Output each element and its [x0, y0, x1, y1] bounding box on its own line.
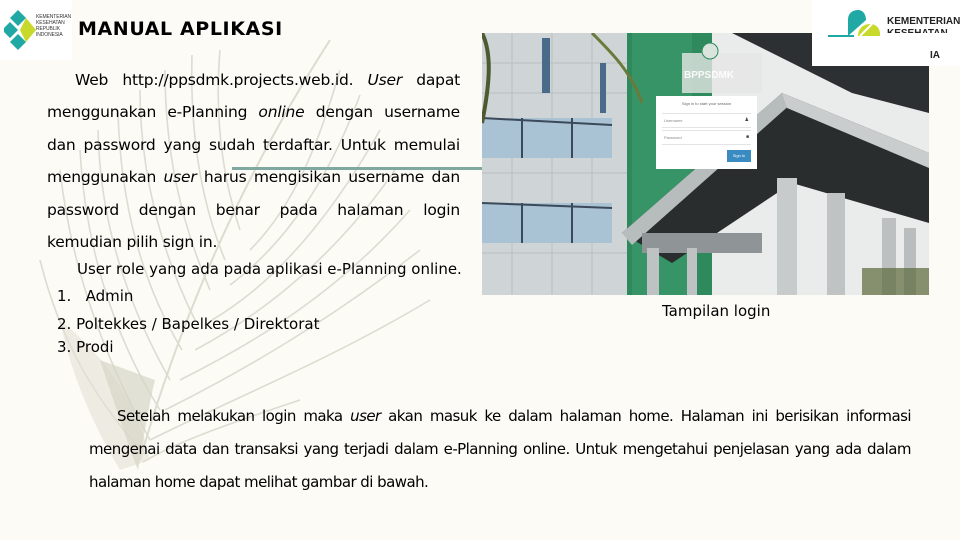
roles-heading: User role yang ada pada aplikasi e-Plann…	[77, 260, 462, 278]
logo-line: KEMENTERIAN	[887, 16, 960, 27]
home-emphasis: user	[350, 407, 381, 425]
logo-line: IA	[930, 50, 940, 61]
sign-in-button[interactable]: Sign In	[727, 150, 751, 162]
accent-divider	[232, 167, 482, 170]
lock-icon: ■	[745, 134, 749, 140]
page-title: MANUAL APLIKASI	[78, 18, 283, 40]
home-text: Setelah melakukan login maka	[117, 407, 351, 425]
intro-emphasis: user	[163, 168, 197, 187]
username-placeholder: Username	[664, 118, 683, 123]
login-heading: Sign in to start your session	[681, 101, 732, 106]
kemenkes-logo: KEMENTERIAN KESEHATAN REPUBLIK INDONESIA	[0, 0, 72, 60]
kemenkes-new-logo-icon	[828, 10, 880, 37]
intro-paragraph: Web http://ppsdmk.projects.web.id. User …	[47, 64, 460, 258]
password-placeholder: Password	[664, 135, 682, 140]
role-item: 2. Poltekkes / Bapelkes / Direktorat	[57, 315, 320, 333]
logo-text: KEMENTERIAN KESEHATAN REPUBLIK INDONESIA	[36, 14, 71, 38]
intro-text: Web http://ppsdmk.projects.web.id.	[75, 71, 368, 89]
intro-emphasis: online	[258, 103, 305, 122]
kemenkes-new-logo: KEMENTERIAN KESEHATAN IA	[812, 0, 960, 66]
kemenkes-logo-icon	[4, 10, 36, 50]
login-form: Sign in to start your session Username ♟…	[656, 96, 757, 169]
screenshot-caption: Tampilan login	[662, 302, 771, 320]
password-input[interactable]: Password ■	[662, 130, 751, 145]
role-item: 1. Admin	[57, 287, 134, 305]
logo-line: KESEHATAN	[887, 28, 948, 33]
login-screenshot: BPPSDMK Sign in to start your session Us…	[482, 33, 929, 295]
role-item: 3. Prodi	[57, 338, 114, 356]
brand-title: BPPSDMK	[684, 70, 735, 81]
username-input[interactable]: Username ♟	[662, 113, 751, 128]
user-icon: ♟	[744, 117, 749, 123]
home-paragraph: Setelah melakukan login maka user akan m…	[89, 400, 912, 499]
logo-line: INDONESIA	[36, 32, 63, 38]
intro-emphasis: User	[367, 71, 403, 89]
